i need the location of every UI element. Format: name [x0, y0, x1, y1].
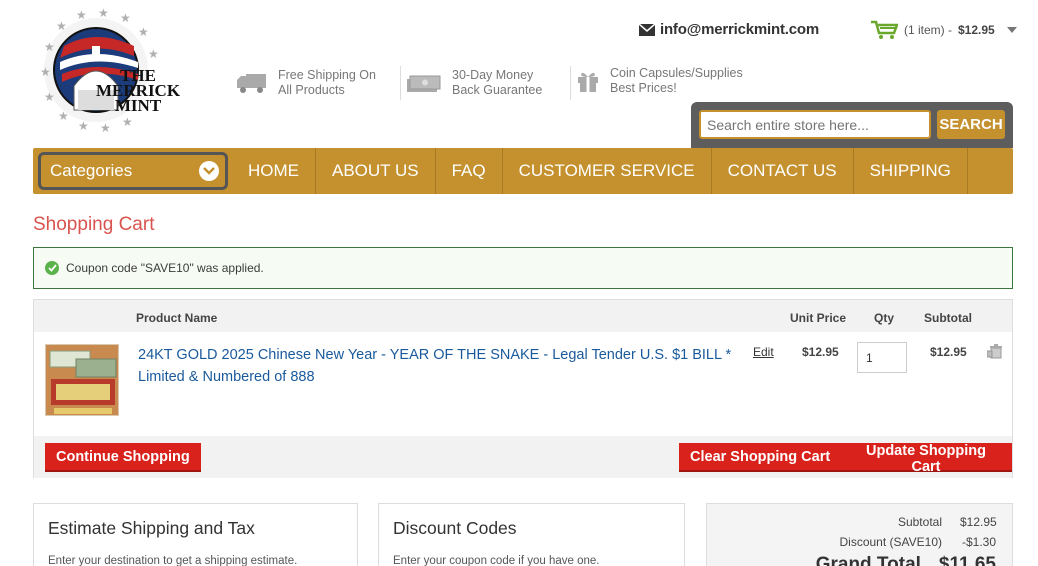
svg-text:★: ★ [138, 25, 149, 39]
discount-label: Discount (SAVE10) [839, 535, 943, 549]
svg-text:★: ★ [44, 40, 55, 54]
svg-text:★: ★ [120, 11, 131, 25]
estimate-shipping-panel: Estimate Shipping and Tax Enter your des… [33, 503, 358, 566]
merrick-mint-logo[interactable]: ★ ★ ★ ★ ★ ★ ★ ★ ★ ★ ★ ★ ★ THE MERRICK MINT [34, 6, 180, 135]
mini-cart-total: $12.95 [958, 23, 995, 37]
product-name-link[interactable]: 24KT GOLD 2025 Chinese New Year - YEAR O… [138, 344, 743, 388]
unit-price: $12.95 [802, 345, 839, 359]
svg-text:★: ★ [98, 6, 109, 20]
svg-text:★: ★ [78, 119, 89, 133]
logo-line-3: MINT [114, 96, 162, 115]
feature-line-2: All Products [278, 83, 345, 97]
feature-coin-supplies: Coin Capsules/Supplies Best Prices! [576, 66, 743, 96]
categories-dropdown[interactable]: Categories [38, 152, 228, 190]
grand-total-value: $11.65 [938, 554, 996, 566]
nav-item-faq[interactable]: FAQ [436, 148, 503, 194]
header-unit-price: Unit Price [790, 311, 847, 325]
continue-shopping-button[interactable]: Continue Shopping [45, 443, 201, 472]
mini-cart-count: (1 item) - [904, 23, 952, 37]
truck-icon [237, 74, 266, 93]
cart-table-header: Product Name Unit Price Qty Subtotal [34, 300, 1012, 332]
cart-actions: Continue Shopping Clear Shopping Cart Up… [34, 436, 1012, 478]
cart-table: Product Name Unit Price Qty Subtotal 24K… [33, 299, 1013, 478]
discount-codes-desc: Enter your coupon code if you have one. [393, 555, 600, 566]
subtotal-value: $12.95 [960, 515, 997, 529]
feature-money-back: 30-Day Money Back Guarantee [406, 66, 572, 100]
nav-item-contact-us[interactable]: CONTACT US [712, 148, 854, 194]
svg-text:★: ★ [122, 115, 133, 129]
svg-text:★: ★ [58, 109, 69, 123]
cart-totals: Subtotal $12.95 Discount (SAVE10) -$1.30… [706, 503, 1013, 566]
header-subtotal: Subtotal [924, 311, 972, 325]
search-button[interactable]: SEARCH [937, 110, 1005, 139]
money-icon [407, 75, 441, 92]
categories-label: Categories [50, 161, 133, 180]
svg-text:★: ★ [76, 8, 87, 22]
email-text: info@merrickmint.com [660, 21, 819, 38]
totals-grand-row: Grand Total $11.65 [816, 554, 996, 566]
product-image[interactable] [45, 344, 119, 416]
cart-icon [871, 20, 898, 39]
envelope-icon [639, 23, 655, 36]
estimate-shipping-desc: Enter your destination to get a shipping… [48, 555, 298, 566]
totals-subtotal-row: Subtotal $12.95 [897, 515, 997, 529]
mini-cart[interactable]: (1 item) - $12.95 [870, 20, 1017, 40]
contact-email[interactable]: info@merrickmint.com [639, 21, 819, 38]
discount-codes-title: Discount Codes [393, 518, 517, 538]
search-input[interactable] [699, 110, 931, 139]
feature-line-2: Back Guarantee [452, 83, 543, 97]
nav-item-customer-service[interactable]: CUSTOMER SERVICE [503, 148, 712, 194]
feature-line-1: 30-Day Money [452, 68, 534, 82]
discount-value: -$1.30 [961, 535, 996, 549]
trash-icon[interactable] [986, 343, 1003, 364]
feature-line-2: Best Prices! [610, 81, 677, 95]
estimate-shipping-title: Estimate Shipping and Tax [48, 518, 255, 538]
svg-text:★: ★ [56, 19, 67, 33]
item-subtotal: $12.95 [930, 345, 967, 359]
checkmark-icon [45, 261, 59, 275]
edit-item-link[interactable]: Edit [753, 345, 774, 359]
quantity-input[interactable] [857, 342, 907, 373]
gift-icon [578, 72, 598, 92]
header-product-name: Product Name [136, 311, 218, 325]
search-bar: SEARCH [691, 102, 1013, 148]
svg-text:★: ★ [40, 65, 51, 79]
svg-text:★: ★ [44, 90, 55, 104]
clear-cart-button[interactable]: Clear Shopping Cart [679, 443, 842, 472]
nav-item-home[interactable]: HOME [232, 148, 316, 194]
feature-line-1: Coin Capsules/Supplies [610, 66, 743, 80]
page-title: Shopping Cart [33, 214, 155, 235]
feature-line-1: Free Shipping On [278, 68, 376, 82]
header-qty: Qty [874, 311, 895, 325]
chevron-down-icon [1006, 27, 1017, 33]
svg-text:★: ★ [100, 121, 111, 134]
feature-free-shipping: Free Shipping On All Products [236, 66, 401, 100]
totals-discount-row: Discount (SAVE10) -$1.30 [840, 535, 997, 549]
discount-codes-panel: Discount Codes Enter your coupon code if… [378, 503, 685, 566]
main-nav: Categories HOME ABOUT US FAQ CUSTOMER SE… [33, 148, 1013, 194]
success-message: Coupon code "SAVE10" was applied. [33, 247, 1013, 289]
nav-item-shipping[interactable]: SHIPPING [854, 148, 968, 194]
subtotal-label: Subtotal [897, 515, 942, 529]
chevron-down-icon [199, 161, 219, 181]
success-message-text: Coupon code "SAVE10" was applied. [66, 261, 264, 275]
nav-item-about-us[interactable]: ABOUT US [316, 148, 436, 194]
grand-total-label: Grand Total [815, 554, 921, 566]
update-cart-button[interactable]: Update Shopping Cart [840, 443, 1012, 475]
svg-text:★: ★ [148, 47, 159, 61]
